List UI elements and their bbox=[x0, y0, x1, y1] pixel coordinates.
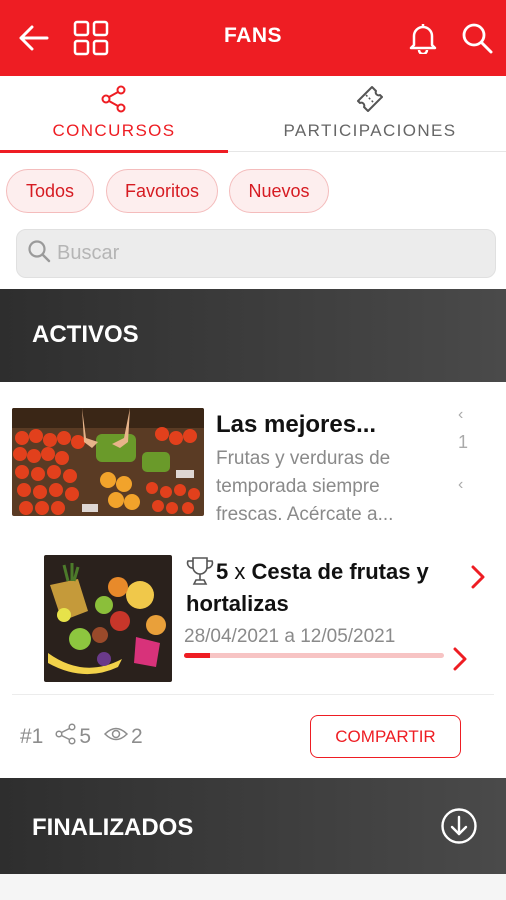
active-section-header: ACTIVOS bbox=[0, 289, 506, 382]
view-count: 2 bbox=[131, 725, 143, 748]
finished-section-title: FINALIZADOS bbox=[32, 814, 194, 841]
divider bbox=[12, 694, 494, 695]
contest-title[interactable]: Las mejores... bbox=[216, 411, 376, 439]
share-button[interactable]: COMPARTIR bbox=[310, 715, 461, 758]
search-bar bbox=[16, 229, 496, 278]
search-icon[interactable] bbox=[457, 18, 497, 58]
eye-icon bbox=[103, 725, 129, 749]
tab-bar: CONCURSOS PARTICIPACIONES bbox=[0, 76, 506, 153]
prize-text[interactable]: 5 x Cesta de frutas y hortalizas bbox=[186, 556, 456, 620]
expand-down-icon[interactable] bbox=[440, 807, 478, 850]
app: FANS CONCURSOS PARTICIPACIONES Todos Fav… bbox=[0, 0, 506, 900]
tab-participaciones[interactable]: PARTICIPACIONES bbox=[254, 76, 486, 152]
prize-times: x bbox=[234, 559, 246, 584]
active-section-title: ACTIVOS bbox=[32, 321, 139, 348]
ticket-icon bbox=[354, 84, 386, 114]
next-card-peek bbox=[0, 874, 506, 900]
tab-participaciones-label: PARTICIPACIONES bbox=[283, 121, 457, 140]
filter-chip-todos[interactable]: Todos bbox=[6, 169, 94, 213]
bell-icon[interactable] bbox=[403, 18, 443, 58]
prize-image[interactable] bbox=[44, 555, 172, 682]
side-glyph-2: 1 bbox=[458, 432, 469, 452]
side-glyph-3: ‹ bbox=[458, 476, 464, 493]
filter-chip-favoritos[interactable]: Favoritos bbox=[106, 169, 218, 213]
side-glyph-1: ‹ bbox=[458, 406, 464, 423]
prize-progress-fill bbox=[184, 653, 210, 658]
prize-quantity: 5 bbox=[216, 559, 229, 584]
chevron-right-icon-2[interactable] bbox=[452, 647, 468, 678]
prize-progress-bar bbox=[184, 653, 444, 658]
search-input[interactable] bbox=[57, 242, 477, 265]
contest-description: Frutas y verduras de temporada siempre f… bbox=[216, 448, 394, 525]
active-tab-indicator bbox=[0, 150, 228, 153]
views-stat: 2 bbox=[103, 725, 143, 749]
top-bar: FANS bbox=[0, 0, 506, 76]
shares-stat: 5 bbox=[55, 723, 91, 751]
share-count-icon bbox=[55, 723, 77, 751]
contest-stats: #1 5 2 bbox=[20, 723, 155, 751]
finished-section-header[interactable]: FINALIZADOS bbox=[0, 778, 506, 874]
contest-image[interactable] bbox=[12, 408, 204, 516]
rank-stat: #1 bbox=[20, 725, 43, 749]
share-count: 5 bbox=[79, 725, 92, 748]
prize-dates: 28/04/2021 a 12/05/2021 bbox=[184, 626, 396, 647]
share-icon bbox=[100, 84, 128, 114]
rank-value: #1 bbox=[20, 725, 44, 748]
search-field-icon bbox=[27, 239, 51, 268]
tab-concursos[interactable]: CONCURSOS bbox=[0, 76, 228, 153]
tab-concursos-label: CONCURSOS bbox=[52, 121, 176, 140]
filter-chip-nuevos[interactable]: Nuevos bbox=[229, 169, 329, 213]
chevron-right-icon[interactable] bbox=[470, 565, 486, 596]
